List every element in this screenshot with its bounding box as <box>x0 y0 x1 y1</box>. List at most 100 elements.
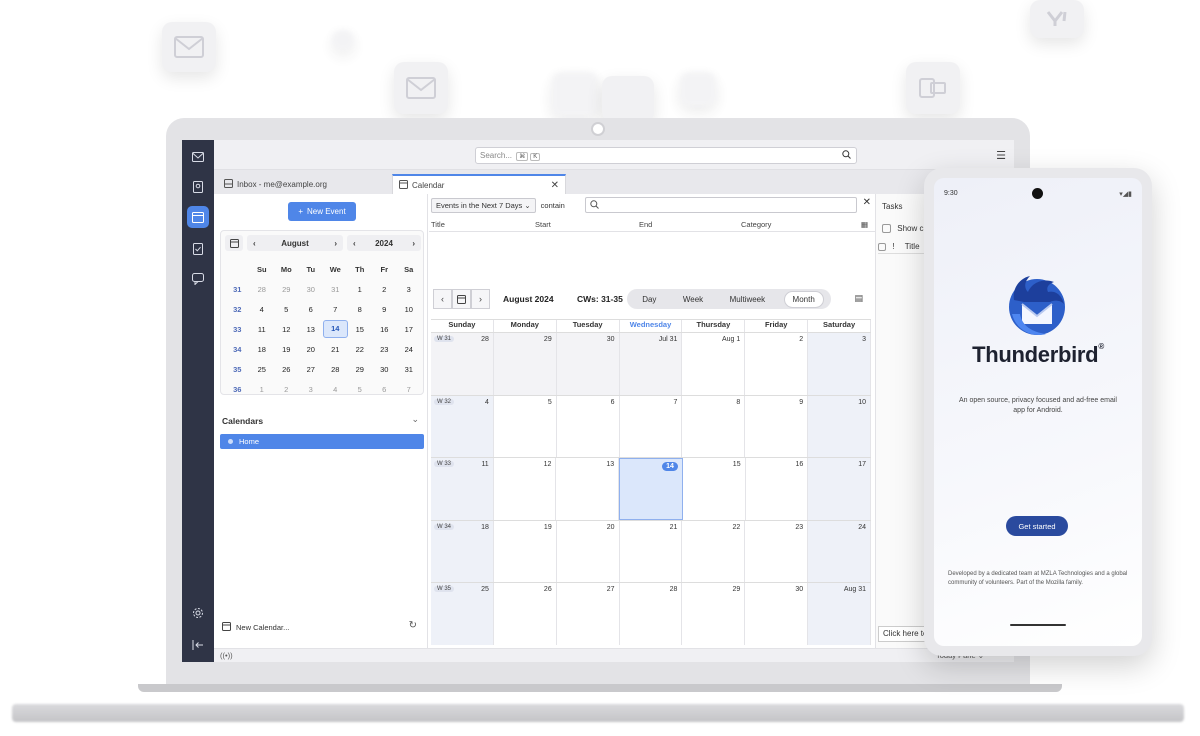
month-day-cell[interactable]: 29 <box>493 333 557 395</box>
calendar-list-item-home[interactable]: Home <box>220 434 424 449</box>
mini-day[interactable]: 4 <box>323 385 348 394</box>
column-header-title[interactable]: Title <box>431 220 445 229</box>
week-label[interactable]: W 31 <box>434 336 455 342</box>
month-day-cell[interactable]: 24 <box>808 520 872 582</box>
mini-week-number[interactable]: 33 <box>225 325 250 334</box>
month-day-cell[interactable]: 19 <box>494 520 557 582</box>
close-tab-icon[interactable]: ✕ <box>551 180 559 191</box>
mini-day[interactable]: 25 <box>250 365 275 374</box>
sync-refresh-icon[interactable]: ↻ <box>409 620 417 631</box>
month-day-cell[interactable]: W 31 28 <box>431 333 494 395</box>
mini-day[interactable]: 29 <box>348 365 373 374</box>
month-day-cell[interactable]: Aug 1 <box>682 333 746 395</box>
month-day-cell[interactable]: 7 <box>620 395 683 457</box>
month-day-cell[interactable]: 13 <box>556 458 620 520</box>
month-day-cell[interactable]: 30 <box>556 333 620 395</box>
next-month-icon[interactable]: › <box>334 239 337 248</box>
tasks-space-icon[interactable] <box>187 238 209 260</box>
mini-day[interactable]: 13 <box>299 325 324 334</box>
month-day-cell[interactable]: 9 <box>745 395 809 457</box>
week-label[interactable]: W 35 <box>434 586 455 592</box>
month-day-cell[interactable]: 8 <box>682 395 746 457</box>
month-day-cell[interactable]: W 32 4 <box>431 395 494 457</box>
next-year-icon[interactable]: › <box>412 239 415 248</box>
mini-day[interactable]: 14 <box>323 320 348 338</box>
month-day-cell[interactable]: 26 <box>494 583 557 645</box>
mini-day[interactable]: 19 <box>274 345 299 354</box>
month-day-cell[interactable]: 17 <box>808 458 872 520</box>
mini-day[interactable]: 7 <box>323 305 348 314</box>
get-started-button[interactable]: Get started <box>1006 516 1068 536</box>
event-search-input[interactable] <box>585 197 857 213</box>
month-day-cell[interactable]: 10 <box>808 395 872 457</box>
app-menu-icon[interactable]: ☰ <box>996 149 1006 162</box>
today-calendar-icon[interactable] <box>225 235 243 251</box>
mini-day[interactable]: 20 <box>299 345 324 354</box>
mini-day[interactable]: 2 <box>274 385 299 394</box>
month-day-cell[interactable]: 5 <box>494 395 557 457</box>
mini-day[interactable]: 26 <box>274 365 299 374</box>
calendar-space-icon[interactable] <box>187 206 209 228</box>
view-tab-month[interactable]: Month <box>783 290 824 308</box>
mini-week-number[interactable]: 36 <box>225 385 250 394</box>
mini-day[interactable]: 5 <box>274 305 299 314</box>
mini-day[interactable]: 30 <box>299 285 324 294</box>
view-tab-week[interactable]: Week <box>675 292 711 307</box>
month-day-cell[interactable]: 2 <box>745 333 809 395</box>
month-day-cell[interactable]: 15 <box>683 458 746 520</box>
prev-year-icon[interactable]: ‹ <box>353 239 356 248</box>
mini-day[interactable]: 28 <box>323 365 348 374</box>
mini-day[interactable]: 17 <box>397 325 422 334</box>
priority-column-header[interactable]: ! <box>892 242 894 251</box>
month-day-cell[interactable]: 23 <box>745 520 809 582</box>
month-day-cell[interactable]: 14 <box>619 458 683 520</box>
previous-month-icon[interactable]: ‹ <box>433 289 452 309</box>
mini-week-number[interactable]: 32 <box>225 305 250 314</box>
tab-calendar[interactable]: Calendar ✕ <box>392 174 566 194</box>
mini-day[interactable]: 8 <box>348 305 373 314</box>
collapse-spaces-icon[interactable] <box>187 634 209 656</box>
mini-day[interactable]: 11 <box>250 325 275 334</box>
new-event-button[interactable]: + New Event <box>288 202 356 221</box>
mini-day[interactable]: 12 <box>274 325 299 334</box>
mini-day[interactable]: 15 <box>348 325 373 334</box>
mini-day[interactable]: 3 <box>397 285 422 294</box>
mini-day[interactable]: 21 <box>323 345 348 354</box>
month-day-cell[interactable]: 27 <box>557 583 620 645</box>
month-day-cell[interactable]: W 34 18 <box>431 520 494 582</box>
event-filter-select[interactable]: Events in the Next 7 Days ⌄ <box>431 197 536 213</box>
prev-month-icon[interactable]: ‹ <box>253 239 256 248</box>
month-day-cell[interactable]: 22 <box>682 520 746 582</box>
column-header-end[interactable]: End <box>639 220 652 229</box>
mini-day[interactable]: 7 <box>397 385 422 394</box>
completed-column-icon[interactable] <box>878 242 886 251</box>
mini-day[interactable]: 31 <box>323 285 348 294</box>
month-day-cell[interactable]: 6 <box>557 395 620 457</box>
new-calendar-button[interactable]: New Calendar... <box>222 622 289 633</box>
mini-day[interactable]: 1 <box>348 285 373 294</box>
next-month-icon[interactable]: › <box>471 289 490 309</box>
tab-inbox[interactable]: Inbox - me@example.org <box>218 174 394 194</box>
month-day-cell[interactable]: 3 <box>808 333 872 395</box>
mini-day[interactable]: 10 <box>397 305 422 314</box>
settings-gear-icon[interactable] <box>187 602 209 624</box>
mini-day[interactable]: 3 <box>299 385 324 394</box>
mini-day[interactable]: 30 <box>372 365 397 374</box>
month-day-cell[interactable]: Aug 31 <box>808 583 872 645</box>
month-day-cell[interactable]: 28 <box>620 583 683 645</box>
mini-day[interactable]: 27 <box>299 365 324 374</box>
mail-space-icon[interactable] <box>187 146 209 168</box>
title-column-header[interactable]: Title <box>905 242 920 251</box>
mini-day[interactable]: 5 <box>348 385 373 394</box>
month-day-cell[interactable]: 30 <box>745 583 809 645</box>
mini-week-number[interactable]: 34 <box>225 345 250 354</box>
mini-day[interactable]: 24 <box>397 345 422 354</box>
month-day-cell[interactable]: 21 <box>620 520 683 582</box>
column-header-start[interactable]: Start <box>535 220 551 229</box>
today-button[interactable] <box>452 289 471 309</box>
month-day-cell[interactable]: 16 <box>746 458 809 520</box>
chat-space-icon[interactable] <box>187 268 209 290</box>
address-book-icon[interactable] <box>187 176 209 198</box>
mini-day[interactable]: 22 <box>348 345 373 354</box>
mini-day[interactable]: 9 <box>372 305 397 314</box>
